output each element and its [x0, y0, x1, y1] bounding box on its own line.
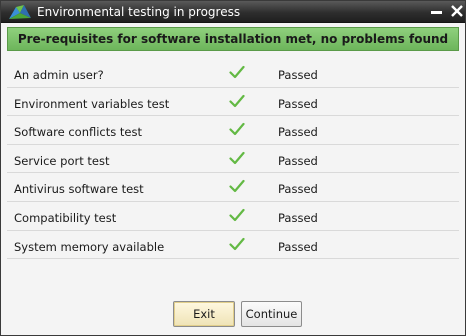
check-icon — [229, 123, 245, 136]
title-bar[interactable]: Environmental testing in progress — [1, 1, 465, 23]
check-status: Passed — [278, 182, 318, 197]
check-icon — [229, 151, 245, 164]
status-banner: Pre-requisites for software installation… — [7, 27, 459, 51]
check-status: Passed — [278, 239, 318, 254]
app-logo-icon — [9, 5, 31, 19]
close-icon[interactable] — [447, 2, 466, 20]
check-status: Passed — [278, 125, 318, 140]
check-status: Passed — [278, 153, 318, 168]
check-status: Passed — [278, 96, 318, 111]
check-icon — [229, 65, 245, 79]
check-row: Software conflicts test Passed — [7, 116, 459, 145]
check-row: Service port test Passed — [7, 145, 459, 174]
check-row: System memory available Passed — [7, 231, 459, 260]
check-row: An admin user? Passed — [7, 59, 459, 88]
check-label: Software conflicts test — [14, 125, 142, 140]
check-icon — [229, 208, 245, 222]
check-label: Environment variables test — [14, 96, 170, 111]
installer-window: Environmental testing in progress Pre-re… — [0, 0, 466, 336]
continue-button[interactable]: Continue — [241, 301, 302, 327]
check-label: Compatibility test — [14, 210, 117, 225]
check-row: Environment variables test Passed — [7, 88, 459, 117]
check-icon — [229, 180, 245, 193]
minimize-icon[interactable] — [427, 2, 447, 20]
check-label: System memory available — [14, 239, 165, 254]
check-status: Passed — [278, 68, 318, 82]
check-row: Compatibility test Passed — [7, 202, 459, 231]
check-icon — [229, 94, 245, 107]
checks-list: An admin user? Passed Environment variable… — [7, 59, 459, 260]
check-icon — [229, 237, 245, 250]
check-label: Antivirus software test — [14, 182, 144, 197]
window-title: Environmental testing in progress — [37, 5, 241, 19]
check-label: An admin user? — [14, 68, 104, 82]
check-label: Service port test — [14, 153, 110, 168]
check-status: Passed — [278, 210, 318, 225]
exit-button[interactable]: Exit — [173, 301, 235, 327]
check-row: Antivirus software test Passed — [7, 173, 459, 202]
